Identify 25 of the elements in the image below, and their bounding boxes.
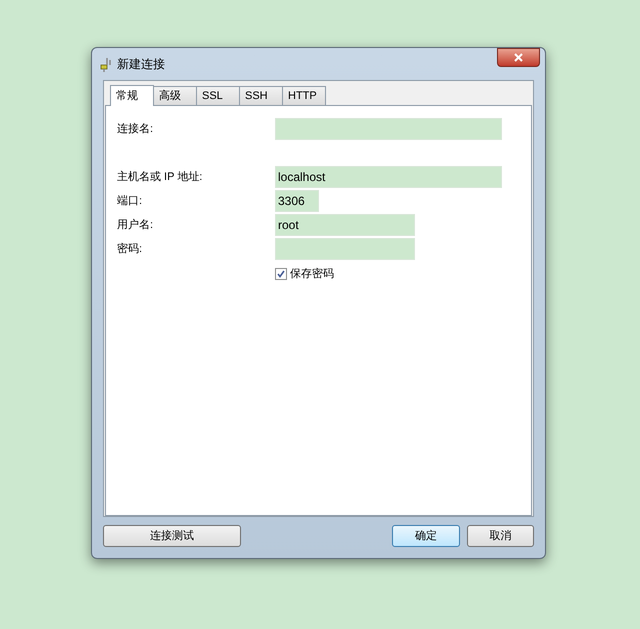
input-field[interactable]: 3306 — [275, 190, 319, 212]
close-icon — [514, 53, 523, 62]
input-field[interactable] — [275, 238, 415, 260]
checkbox[interactable] — [275, 268, 287, 280]
dialog-button[interactable]: 确定 — [392, 525, 460, 547]
field-label: 连接名: — [117, 122, 154, 137]
tab[interactable]: 常规 — [110, 85, 154, 106]
tab[interactable]: SSH — [239, 86, 283, 105]
dialog-button[interactable]: 连接测试 — [103, 525, 241, 547]
plug-icon — [99, 56, 113, 72]
input-field[interactable] — [275, 118, 502, 140]
checkbox-label: 保存密码 — [290, 266, 334, 282]
field-label: 密码: — [117, 242, 144, 257]
field-label: 主机名或 IP 地址: — [117, 170, 204, 185]
field-label: 端口: — [117, 194, 144, 209]
dialog-button[interactable]: 取消 — [467, 525, 534, 547]
input-field[interactable]: localhost — [275, 166, 502, 188]
window-title: 新建连接 — [117, 56, 165, 73]
tab[interactable]: HTTP — [282, 86, 326, 105]
close-button[interactable] — [497, 48, 540, 67]
tab[interactable]: SSL — [196, 86, 240, 105]
input-field[interactable]: root — [275, 214, 415, 236]
tab[interactable]: 高级 — [153, 86, 197, 105]
field-label: 用户名: — [117, 218, 154, 233]
check-icon — [277, 270, 285, 278]
